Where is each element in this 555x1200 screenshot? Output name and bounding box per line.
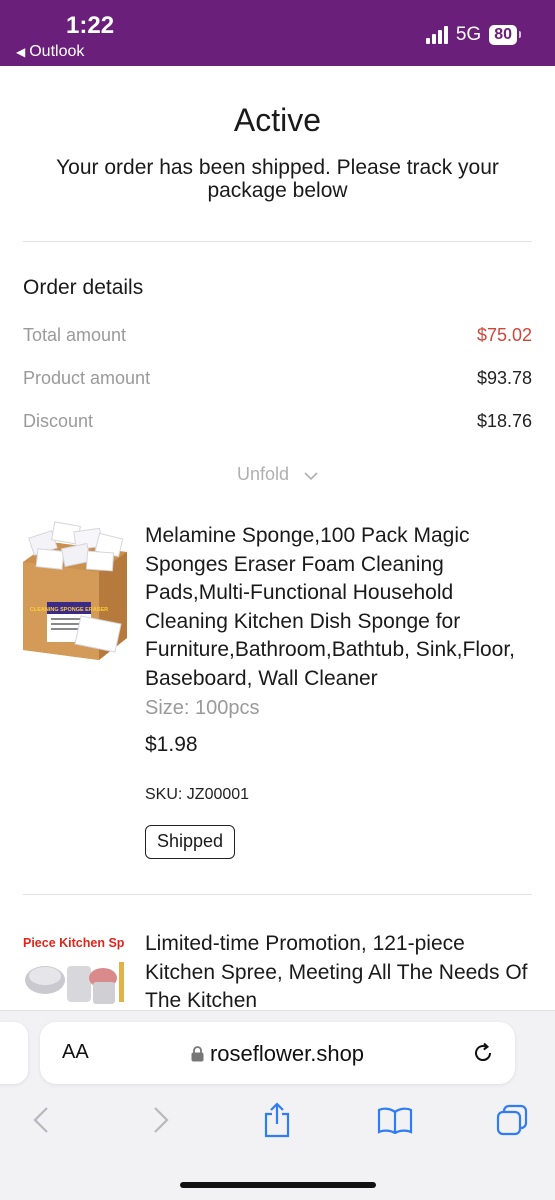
forward-icon[interactable] — [141, 1100, 181, 1140]
page-title: Active — [233, 102, 322, 138]
status-badge: Shipped — [145, 825, 236, 859]
discount-value: $18.76 — [476, 411, 532, 431]
product-title[interactable]: Limited-time Promotion, 121-piece Kitche… — [145, 930, 535, 1010]
shipping-message: Your order has been shipped. Please trac… — [56, 156, 499, 202]
tabs-icon[interactable] — [492, 1100, 532, 1140]
total-amount-value: $75.02 — [476, 325, 532, 345]
product-sku: SKU: JZ00001 — [145, 786, 250, 803]
product-size: Size: 100pcs — [145, 697, 260, 719]
product-title[interactable]: Melamine Sponge,100 Pack Magic Sponges E… — [145, 522, 535, 693]
order-details-title: Order details — [23, 276, 144, 299]
divider — [23, 894, 532, 895]
bookmarks-icon[interactable] — [375, 1100, 415, 1140]
home-indicator — [180, 1182, 376, 1188]
product-image[interactable]: CLEANING SPONGE ERASER — [23, 520, 127, 660]
url-label: roseflower.shop — [209, 1041, 365, 1066]
url-text: roseflower.shop — [40, 1041, 515, 1068]
browser-nav — [0, 1100, 555, 1144]
network-type: 5G — [455, 24, 482, 45]
address-bar[interactable]: AA roseflower.shop — [40, 1022, 515, 1084]
product-image[interactable]: Piece Kitchen Sp — [23, 932, 127, 1010]
lock-icon — [191, 1042, 204, 1068]
unfold-label: Unfold — [236, 464, 289, 484]
status-indicators: 5G 80 — [425, 24, 521, 46]
unfold-button[interactable]: Unfold — [0, 464, 555, 486]
product-amount-label: Product amount — [23, 368, 151, 388]
product-amount-value: $93.78 — [476, 368, 532, 388]
product-price: $1.98 — [145, 733, 198, 756]
battery-icon: 80 — [489, 25, 521, 45]
back-icon[interactable] — [21, 1100, 61, 1140]
back-to-app-link[interactable]: ◀ Outlook — [16, 43, 84, 61]
chevron-down-icon — [304, 465, 318, 486]
discount-label: Discount — [23, 411, 94, 431]
divider — [23, 241, 532, 242]
signal-icon — [425, 26, 448, 44]
detail-row-total: Total amount $75.02 — [23, 325, 532, 346]
share-icon[interactable] — [257, 1100, 297, 1140]
status-bar: 1:22 ◀ Outlook 5G 80 — [0, 0, 555, 66]
detail-row-discount: Discount $18.76 — [23, 411, 532, 432]
reload-icon[interactable] — [471, 1041, 495, 1070]
total-amount-label: Total amount — [23, 325, 127, 345]
back-app-label: Outlook — [29, 43, 85, 60]
status-time: 1:22 — [66, 12, 115, 39]
back-arrow-icon: ◀ — [16, 45, 26, 59]
product-image-text: Piece Kitchen Sp — [23, 936, 125, 950]
product-image-text: CLEANING SPONGE ERASER — [30, 607, 108, 613]
detail-row-product: Product amount $93.78 — [23, 368, 532, 389]
previous-tab[interactable] — [0, 1022, 28, 1084]
